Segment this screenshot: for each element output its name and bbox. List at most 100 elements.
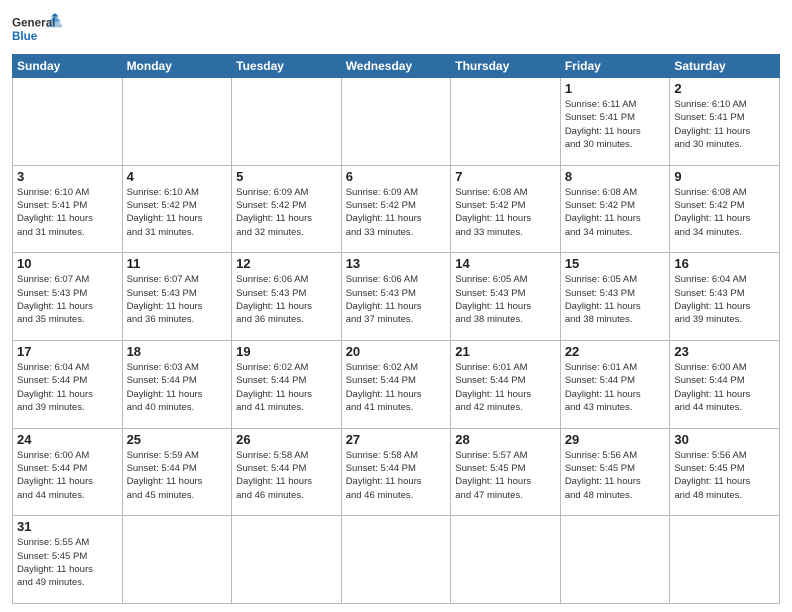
day-info: Sunrise: 6:00 AMSunset: 5:44 PMDaylight:… <box>674 361 775 414</box>
calendar-cell: 22 Sunrise: 6:01 AMSunset: 5:44 PMDayligh… <box>560 340 670 428</box>
day-info: Sunrise: 6:06 AMSunset: 5:43 PMDaylight:… <box>236 273 337 326</box>
day-number: 28 <box>455 432 556 447</box>
calendar-cell: 9 Sunrise: 6:08 AMSunset: 5:42 PMDaylight… <box>670 165 780 253</box>
day-number: 20 <box>346 344 447 359</box>
calendar-cell: 25 Sunrise: 5:59 AMSunset: 5:44 PMDayligh… <box>122 428 232 516</box>
weekday-header-friday: Friday <box>560 55 670 78</box>
day-info: Sunrise: 6:05 AMSunset: 5:43 PMDaylight:… <box>565 273 666 326</box>
day-number: 17 <box>17 344 118 359</box>
day-number: 25 <box>127 432 228 447</box>
day-number: 24 <box>17 432 118 447</box>
calendar-cell <box>341 516 451 604</box>
day-info: Sunrise: 6:09 AMSunset: 5:42 PMDaylight:… <box>346 186 447 239</box>
day-info: Sunrise: 6:09 AMSunset: 5:42 PMDaylight:… <box>236 186 337 239</box>
calendar-cell: 21 Sunrise: 6:01 AMSunset: 5:44 PMDayligh… <box>451 340 561 428</box>
day-info: Sunrise: 6:04 AMSunset: 5:43 PMDaylight:… <box>674 273 775 326</box>
calendar-cell: 11 Sunrise: 6:07 AMSunset: 5:43 PMDayligh… <box>122 253 232 341</box>
calendar-cell: 28Sunrise: 5:57 AMSunset: 5:45 PMDayligh… <box>451 428 561 516</box>
calendar-cell: 18 Sunrise: 6:03 AMSunset: 5:44 PMDayligh… <box>122 340 232 428</box>
day-number: 29 <box>565 432 666 447</box>
calendar-cell: 23Sunrise: 6:00 AMSunset: 5:44 PMDayligh… <box>670 340 780 428</box>
day-info: Sunrise: 6:04 AMSunset: 5:44 PMDaylight:… <box>17 361 118 414</box>
calendar-cell <box>13 78 123 166</box>
svg-text:General: General <box>12 17 55 30</box>
day-info: Sunrise: 5:56 AMSunset: 5:45 PMDaylight:… <box>674 449 775 502</box>
calendar-cell <box>451 516 561 604</box>
day-number: 13 <box>346 256 447 271</box>
calendar-cell: 6 Sunrise: 6:09 AMSunset: 5:42 PMDaylight… <box>341 165 451 253</box>
week-row-5: 24 Sunrise: 6:00 AMSunset: 5:44 PMDayligh… <box>13 428 780 516</box>
day-info: Sunrise: 6:08 AMSunset: 5:42 PMDaylight:… <box>565 186 666 239</box>
calendar-cell: 7Sunrise: 6:08 AMSunset: 5:42 PMDaylight… <box>451 165 561 253</box>
day-info: Sunrise: 5:56 AMSunset: 5:45 PMDaylight:… <box>565 449 666 502</box>
calendar-cell: 13Sunrise: 6:06 AMSunset: 5:43 PMDayligh… <box>341 253 451 341</box>
header: General Blue <box>12 10 780 48</box>
day-number: 16 <box>674 256 775 271</box>
calendar-cell: 29 Sunrise: 5:56 AMSunset: 5:45 PMDayligh… <box>560 428 670 516</box>
day-info: Sunrise: 6:03 AMSunset: 5:44 PMDaylight:… <box>127 361 228 414</box>
day-number: 15 <box>565 256 666 271</box>
weekday-header-monday: Monday <box>122 55 232 78</box>
calendar-cell: 31 Sunrise: 5:55 AMSunset: 5:45 PMDayligh… <box>13 516 123 604</box>
weekday-header-wednesday: Wednesday <box>341 55 451 78</box>
day-info: Sunrise: 6:07 AMSunset: 5:43 PMDaylight:… <box>17 273 118 326</box>
calendar-cell: 2Sunrise: 6:10 AMSunset: 5:41 PMDaylight… <box>670 78 780 166</box>
day-info: Sunrise: 6:02 AMSunset: 5:44 PMDaylight:… <box>346 361 447 414</box>
week-row-3: 10Sunrise: 6:07 AMSunset: 5:43 PMDayligh… <box>13 253 780 341</box>
week-row-4: 17 Sunrise: 6:04 AMSunset: 5:44 PMDayligh… <box>13 340 780 428</box>
day-info: Sunrise: 6:11 AMSunset: 5:41 PMDaylight:… <box>565 98 666 151</box>
calendar-cell: 10Sunrise: 6:07 AMSunset: 5:43 PMDayligh… <box>13 253 123 341</box>
day-info: Sunrise: 5:59 AMSunset: 5:44 PMDaylight:… <box>127 449 228 502</box>
calendar-cell: 27Sunrise: 5:58 AMSunset: 5:44 PMDayligh… <box>341 428 451 516</box>
day-number: 9 <box>674 169 775 184</box>
day-number: 3 <box>17 169 118 184</box>
day-info: Sunrise: 6:08 AMSunset: 5:42 PMDaylight:… <box>455 186 556 239</box>
weekday-header-sunday: Sunday <box>13 55 123 78</box>
day-info: Sunrise: 6:10 AMSunset: 5:41 PMDaylight:… <box>17 186 118 239</box>
day-number: 5 <box>236 169 337 184</box>
day-number: 1 <box>565 81 666 96</box>
logo: General Blue <box>12 10 62 48</box>
calendar-cell: 4 Sunrise: 6:10 AMSunset: 5:42 PMDaylight… <box>122 165 232 253</box>
day-number: 11 <box>127 256 228 271</box>
day-number: 8 <box>565 169 666 184</box>
calendar-cell: 19Sunrise: 6:02 AMSunset: 5:44 PMDayligh… <box>232 340 342 428</box>
day-number: 30 <box>674 432 775 447</box>
weekday-header-thursday: Thursday <box>451 55 561 78</box>
day-info: Sunrise: 5:58 AMSunset: 5:44 PMDaylight:… <box>346 449 447 502</box>
calendar-cell: 1 Sunrise: 6:11 AMSunset: 5:41 PMDaylight… <box>560 78 670 166</box>
day-number: 14 <box>455 256 556 271</box>
day-info: Sunrise: 6:01 AMSunset: 5:44 PMDaylight:… <box>565 361 666 414</box>
calendar-body: 1 Sunrise: 6:11 AMSunset: 5:41 PMDaylight… <box>13 78 780 604</box>
day-info: Sunrise: 5:55 AMSunset: 5:45 PMDaylight:… <box>17 536 118 589</box>
svg-text:Blue: Blue <box>12 30 38 43</box>
day-number: 18 <box>127 344 228 359</box>
day-info: Sunrise: 6:07 AMSunset: 5:43 PMDaylight:… <box>127 273 228 326</box>
day-number: 22 <box>565 344 666 359</box>
day-info: Sunrise: 6:01 AMSunset: 5:44 PMDaylight:… <box>455 361 556 414</box>
calendar-cell: 8 Sunrise: 6:08 AMSunset: 5:42 PMDaylight… <box>560 165 670 253</box>
calendar-cell <box>341 78 451 166</box>
day-info: Sunrise: 6:08 AMSunset: 5:42 PMDaylight:… <box>674 186 775 239</box>
calendar-table: SundayMondayTuesdayWednesdayThursdayFrid… <box>12 54 780 604</box>
day-number: 6 <box>346 169 447 184</box>
day-info: Sunrise: 5:58 AMSunset: 5:44 PMDaylight:… <box>236 449 337 502</box>
calendar-cell <box>560 516 670 604</box>
day-number: 4 <box>127 169 228 184</box>
day-info: Sunrise: 6:10 AMSunset: 5:42 PMDaylight:… <box>127 186 228 239</box>
calendar-cell: 26Sunrise: 5:58 AMSunset: 5:44 PMDayligh… <box>232 428 342 516</box>
day-number: 12 <box>236 256 337 271</box>
calendar-cell: 14 Sunrise: 6:05 AMSunset: 5:43 PMDayligh… <box>451 253 561 341</box>
day-info: Sunrise: 6:00 AMSunset: 5:44 PMDaylight:… <box>17 449 118 502</box>
calendar-cell: 16 Sunrise: 6:04 AMSunset: 5:43 PMDayligh… <box>670 253 780 341</box>
day-info: Sunrise: 6:02 AMSunset: 5:44 PMDaylight:… <box>236 361 337 414</box>
calendar-cell: 20 Sunrise: 6:02 AMSunset: 5:44 PMDayligh… <box>341 340 451 428</box>
calendar-cell: 12 Sunrise: 6:06 AMSunset: 5:43 PMDayligh… <box>232 253 342 341</box>
day-number: 21 <box>455 344 556 359</box>
weekday-row: SundayMondayTuesdayWednesdayThursdayFrid… <box>13 55 780 78</box>
calendar-cell <box>232 78 342 166</box>
day-number: 31 <box>17 519 118 534</box>
calendar-cell <box>670 516 780 604</box>
calendar-cell: 3 Sunrise: 6:10 AMSunset: 5:41 PMDaylight… <box>13 165 123 253</box>
day-info: Sunrise: 6:05 AMSunset: 5:43 PMDaylight:… <box>455 273 556 326</box>
